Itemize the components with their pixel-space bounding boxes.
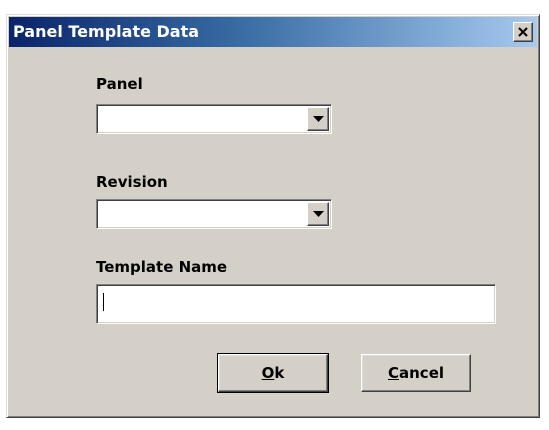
revision-label: Revision xyxy=(96,173,168,191)
revision-dropdown-button[interactable] xyxy=(307,202,329,226)
close-icon xyxy=(518,27,528,37)
cancel-mnemonic: C xyxy=(387,364,399,382)
panel-label: Panel xyxy=(96,75,143,93)
template-name-input[interactable] xyxy=(99,287,493,321)
template-name-label: Template Name xyxy=(96,258,228,276)
window-title: Panel Template Data xyxy=(13,22,200,41)
close-button[interactable] xyxy=(513,22,533,42)
chevron-down-icon xyxy=(313,116,324,122)
dialog-window: Panel Template Data Panel Revision Templ… xyxy=(6,14,540,418)
panel-dropdown-button[interactable] xyxy=(307,107,329,131)
panel-combobox[interactable] xyxy=(96,104,332,134)
ok-mnemonic: O xyxy=(261,364,275,382)
ok-button[interactable]: Ok xyxy=(217,353,329,393)
template-name-field[interactable] xyxy=(96,284,496,324)
cancel-label-rest: ancel xyxy=(399,364,445,382)
chevron-down-icon xyxy=(313,211,324,217)
text-caret xyxy=(103,293,104,311)
revision-combobox[interactable] xyxy=(96,199,332,229)
title-bar[interactable]: Panel Template Data xyxy=(9,17,537,47)
ok-label-rest: k xyxy=(274,364,285,382)
cancel-button[interactable]: Cancel xyxy=(361,354,471,392)
